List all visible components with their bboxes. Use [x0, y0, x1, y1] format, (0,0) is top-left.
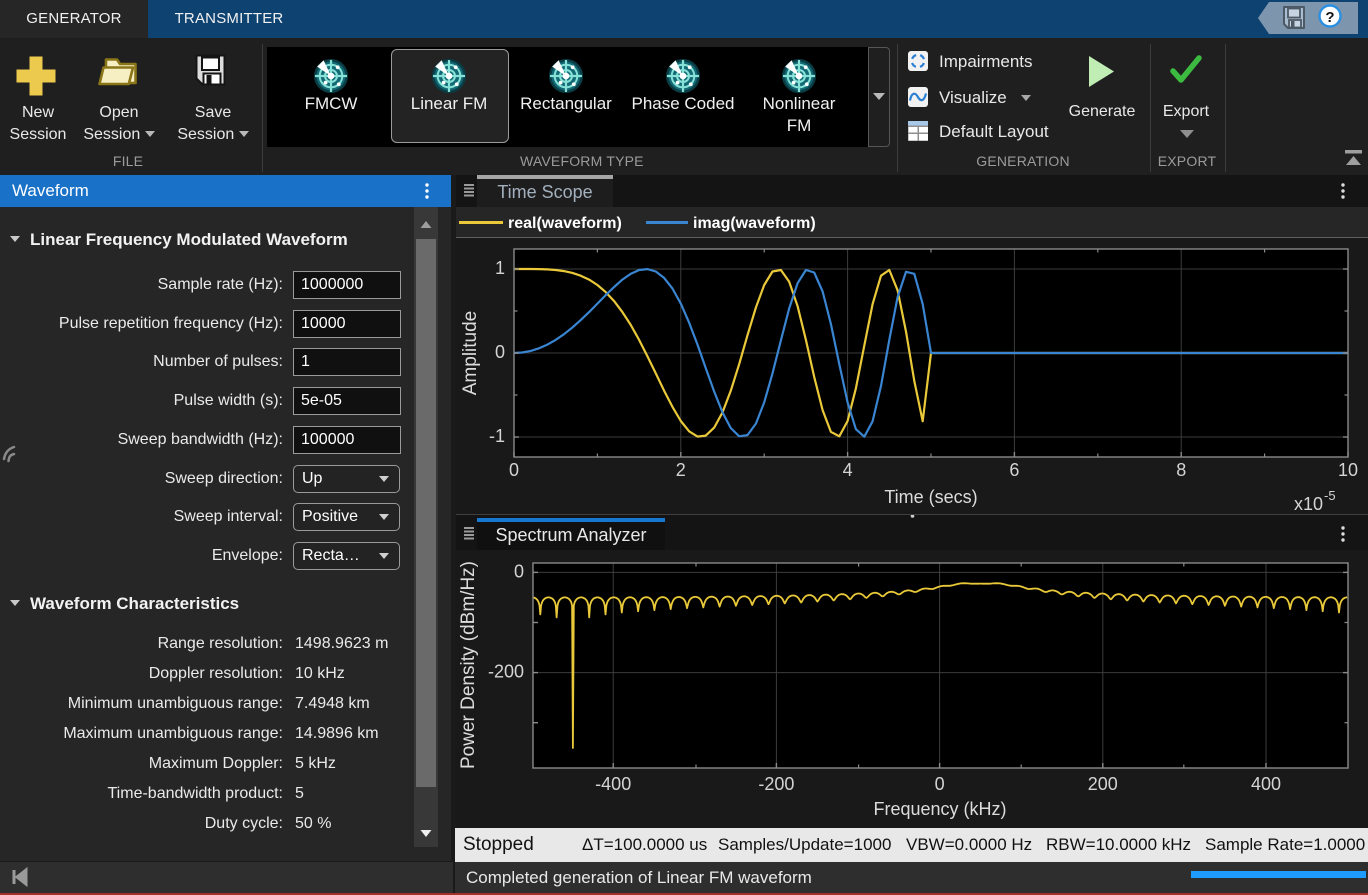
svg-text:0: 0	[935, 774, 945, 794]
svg-text:-1: -1	[489, 426, 505, 446]
svg-text:-200: -200	[488, 662, 524, 682]
svg-text:-400: -400	[595, 774, 631, 794]
svg-text:6: 6	[1009, 460, 1019, 480]
svg-text:Power Density (dBm/Hz): Power Density (dBm/Hz)	[458, 561, 479, 769]
svg-text:0: 0	[514, 561, 524, 581]
svg-text:400: 400	[1251, 774, 1281, 794]
svg-text:2: 2	[676, 460, 686, 480]
svg-text:4: 4	[843, 460, 853, 480]
svg-text:Amplitude: Amplitude	[460, 311, 481, 396]
svg-text:200: 200	[1088, 774, 1118, 794]
svg-text:0: 0	[509, 460, 519, 480]
svg-text:x10: x10	[1294, 494, 1323, 514]
svg-text:1: 1	[495, 258, 505, 278]
svg-text:-5: -5	[1324, 488, 1336, 503]
svg-text:Time (secs): Time (secs)	[884, 487, 977, 507]
svg-text:10: 10	[1338, 460, 1358, 480]
svg-text:-200: -200	[758, 774, 794, 794]
svg-text:Frequency (kHz): Frequency (kHz)	[873, 799, 1006, 819]
svg-text:?: ?	[1325, 9, 1334, 26]
svg-text:8: 8	[1176, 460, 1186, 480]
svg-text:0: 0	[495, 342, 505, 362]
